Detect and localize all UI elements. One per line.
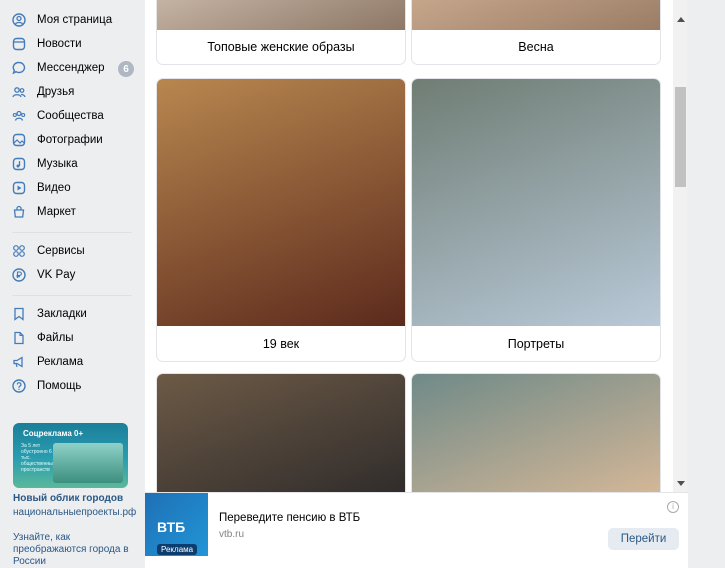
- communities-icon: [12, 109, 26, 123]
- sidebar-item-photos[interactable]: Фотографии: [12, 129, 103, 151]
- vtb-logo[interactable]: ВТБ Реклама: [145, 493, 208, 556]
- info-icon[interactable]: i: [667, 501, 679, 513]
- files-icon: [12, 331, 26, 345]
- album-card[interactable]: [157, 374, 405, 504]
- friends-icon: [12, 85, 26, 99]
- sidebar-item-services[interactable]: Сервисы: [12, 240, 85, 262]
- sidebar-item-music[interactable]: Музыка: [12, 153, 78, 175]
- album-caption: 19 век: [262, 337, 300, 351]
- album-cover[interactable]: [157, 374, 405, 504]
- market-icon: [12, 205, 26, 219]
- album-card[interactable]: [412, 374, 660, 504]
- user-circle-icon: [12, 13, 26, 27]
- sidebar-item-friends[interactable]: Друзья: [12, 81, 74, 103]
- sidebar-item-label: Сервисы: [37, 245, 85, 257]
- ad-banner[interactable]: ВТБ Реклама Переведите пенсию в ВТБ vtb.…: [145, 492, 688, 568]
- album-cover[interactable]: [412, 374, 660, 504]
- album-caption: Весна: [518, 40, 554, 54]
- sidebar-divider: [12, 295, 132, 296]
- album-cover[interactable]: [412, 0, 660, 30]
- chat-icon: [12, 61, 26, 75]
- left-sidebar: Моя страница Новости Мессенджер 6 Друзья…: [0, 0, 140, 567]
- ad-title[interactable]: Переведите пенсию в ВТБ: [219, 512, 360, 524]
- sidebar-item-label: Новости: [37, 38, 82, 50]
- promo-title[interactable]: Новый облик городов: [13, 493, 138, 504]
- sidebar-item-label: Сообщества: [37, 110, 104, 122]
- promo-building-graphic: [53, 443, 123, 483]
- sidebar-item-help[interactable]: Помощь: [12, 375, 81, 397]
- album-card[interactable]: Портреты: [412, 79, 660, 361]
- vtb-logo-text: ВТБ: [157, 519, 186, 535]
- album-caption: Портреты: [507, 337, 565, 351]
- album-card[interactable]: Весна: [412, 0, 660, 64]
- scroll-up-arrow-icon[interactable]: [677, 17, 685, 22]
- sidebar-item-video[interactable]: Видео: [12, 177, 71, 199]
- sidebar-item-label: Файлы: [37, 332, 74, 344]
- scroll-down-arrow-icon[interactable]: [677, 481, 685, 486]
- promo-description[interactable]: Узнайте, как преображаются города в Росс…: [13, 532, 138, 568]
- sidebar-item-my-page[interactable]: Моя страница: [12, 9, 112, 31]
- music-icon: [12, 157, 26, 171]
- page-scrollbar[interactable]: [673, 0, 687, 492]
- sidebar-item-label: VK Pay: [37, 269, 76, 281]
- photos-icon: [12, 133, 26, 147]
- help-icon: [12, 379, 26, 393]
- ad-go-button[interactable]: Перейти: [608, 528, 679, 550]
- ad-url[interactable]: vtb.ru: [219, 529, 244, 540]
- sidebar-item-label: Фотографии: [37, 134, 103, 146]
- sidebar-item-label: Видео: [37, 182, 71, 194]
- sidebar-item-label: Мессенджер: [37, 62, 105, 74]
- vkpay-icon: [12, 268, 26, 282]
- bookmark-icon: [12, 307, 26, 321]
- services-icon: [12, 244, 26, 258]
- sidebar-item-label: Музыка: [37, 158, 78, 170]
- album-card[interactable]: 19 век: [157, 79, 405, 361]
- album-caption: Топовые женские образы: [207, 40, 355, 54]
- sidebar-item-messenger[interactable]: Мессенджер: [12, 57, 105, 79]
- albums-panel: Топовые женские образы Весна 19 век Порт…: [145, 0, 673, 567]
- album-card[interactable]: Топовые женские образы: [157, 0, 405, 64]
- sidebar-item-label: Друзья: [37, 86, 75, 98]
- album-cover[interactable]: [157, 0, 405, 30]
- album-cover[interactable]: [157, 79, 405, 326]
- sidebar-item-ads[interactable]: Реклама: [12, 351, 83, 373]
- promo-image[interactable]: Соцреклама 0+ За 5 лет обустроено 6 тыс.…: [13, 423, 128, 488]
- promo-link[interactable]: национальныепроекты.рф: [13, 507, 138, 519]
- sidebar-item-bookmarks[interactable]: Закладки: [12, 303, 87, 325]
- sidebar-item-communities[interactable]: Сообщества: [12, 105, 104, 127]
- ads-icon: [12, 355, 26, 369]
- scrollbar-thumb[interactable]: [675, 87, 686, 187]
- sidebar-item-vk-pay[interactable]: VK Pay: [12, 264, 75, 286]
- sidebar-item-label: Помощь: [37, 380, 82, 392]
- video-icon: [12, 181, 26, 195]
- sidebar-item-label: Моя страница: [37, 14, 113, 26]
- album-cover[interactable]: [412, 79, 660, 326]
- news-icon: [12, 37, 26, 51]
- ad-tag: Реклама: [157, 544, 198, 555]
- promo-image-title: Соцреклама 0+: [23, 429, 84, 438]
- sidebar-item-market[interactable]: Маркет: [12, 201, 76, 223]
- sidebar-item-news[interactable]: Новости: [12, 33, 82, 55]
- messenger-unread-badge: 6: [118, 61, 134, 77]
- sidebar-item-label: Реклама: [37, 356, 84, 368]
- sidebar-divider: [12, 232, 132, 233]
- sidebar-item-label: Маркет: [37, 206, 76, 218]
- sidebar-item-files[interactable]: Файлы: [12, 327, 74, 349]
- sidebar-item-label: Закладки: [37, 308, 87, 320]
